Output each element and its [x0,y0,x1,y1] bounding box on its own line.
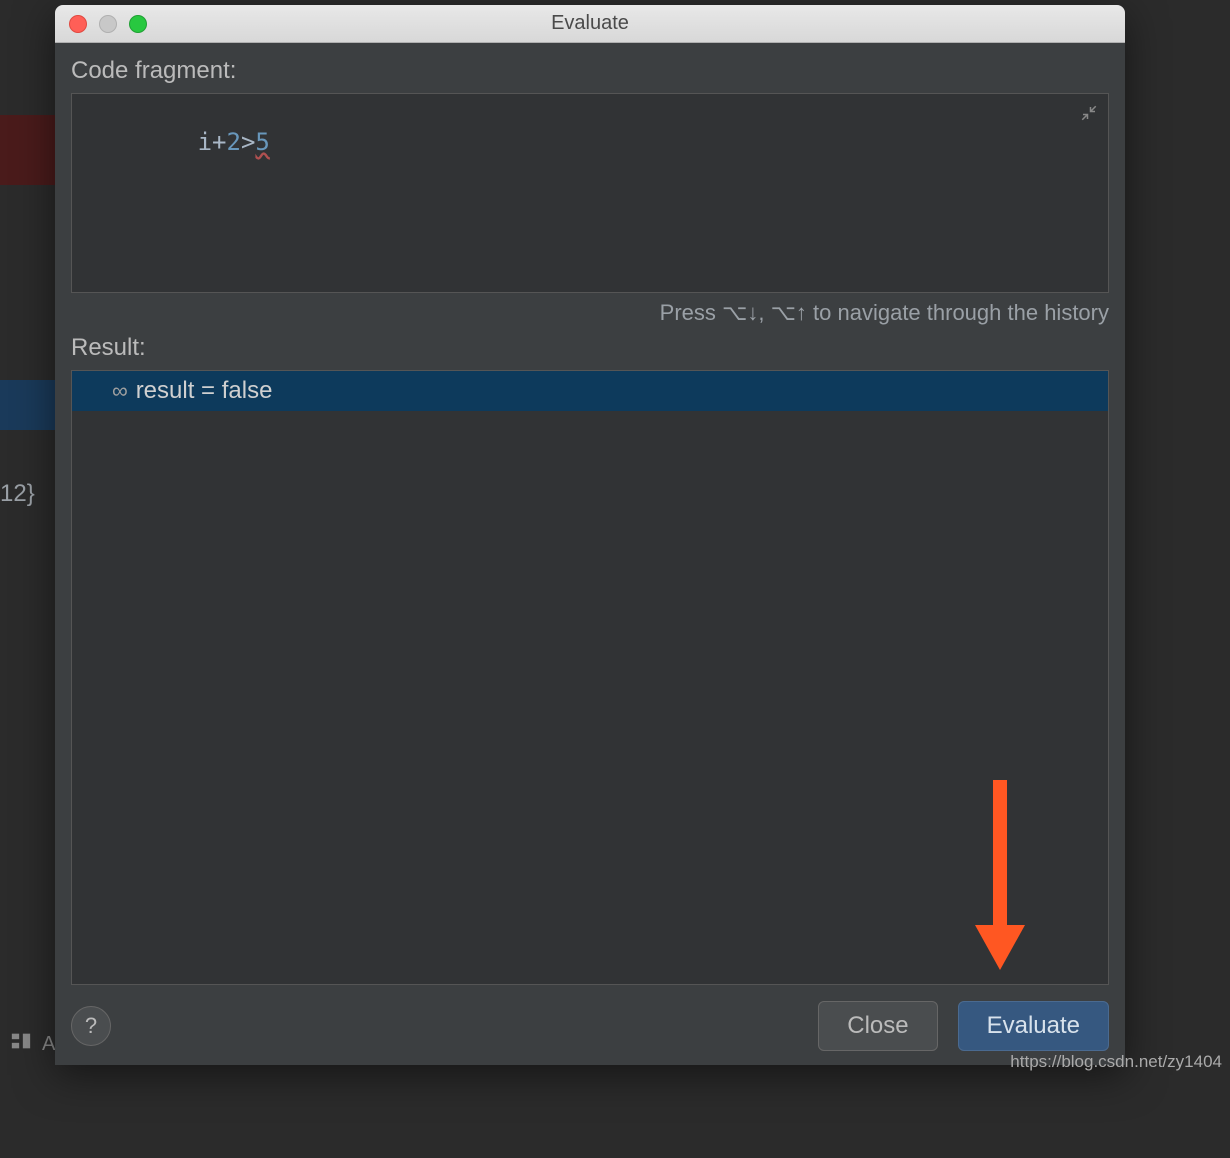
bg-red-stripe [0,115,55,185]
bg-blue-stripe [0,380,55,430]
code-fragment-label: Code fragment: [71,57,1109,85]
close-button-label: Close [847,1012,908,1039]
close-window-icon[interactable] [69,15,87,33]
close-button[interactable]: Close [818,1001,937,1051]
code-token-num: 5 [255,128,269,156]
evaluate-dialog: Evaluate Code fragment: i+2>5 :::: Press… [55,5,1125,1065]
result-label: Result: [71,334,1109,362]
evaluate-button[interactable]: Evaluate [958,1001,1109,1051]
boolean-type-icon: ∞ [112,378,128,404]
code-token-num: 2 [227,128,241,156]
minimize-window-icon [99,15,117,33]
bg-debug-value: 12} [0,480,35,508]
zoom-window-icon[interactable] [129,15,147,33]
dialog-title: Evaluate [55,12,1125,35]
watermark: https://blog.csdn.net/zy1404 [1010,1052,1222,1072]
history-hint: Press ⌥↓, ⌥↑ to navigate through the his… [71,300,1109,326]
code-token-op: > [241,128,255,156]
code-token-op: + [212,128,226,156]
evaluate-button-label: Evaluate [987,1012,1080,1039]
help-icon: ? [85,1013,97,1039]
app-servers-icon [10,1030,32,1058]
code-fragment-input[interactable]: i+2>5 [71,93,1109,293]
collapse-icon[interactable] [1080,104,1098,127]
result-panel[interactable]: ∞ result = false [71,370,1109,985]
result-row[interactable]: ∞ result = false [72,371,1108,411]
code-token-var: i [198,128,212,156]
dialog-titlebar[interactable]: Evaluate [55,5,1125,43]
help-button[interactable]: ? [71,1006,111,1046]
result-value: result = false [136,377,273,405]
